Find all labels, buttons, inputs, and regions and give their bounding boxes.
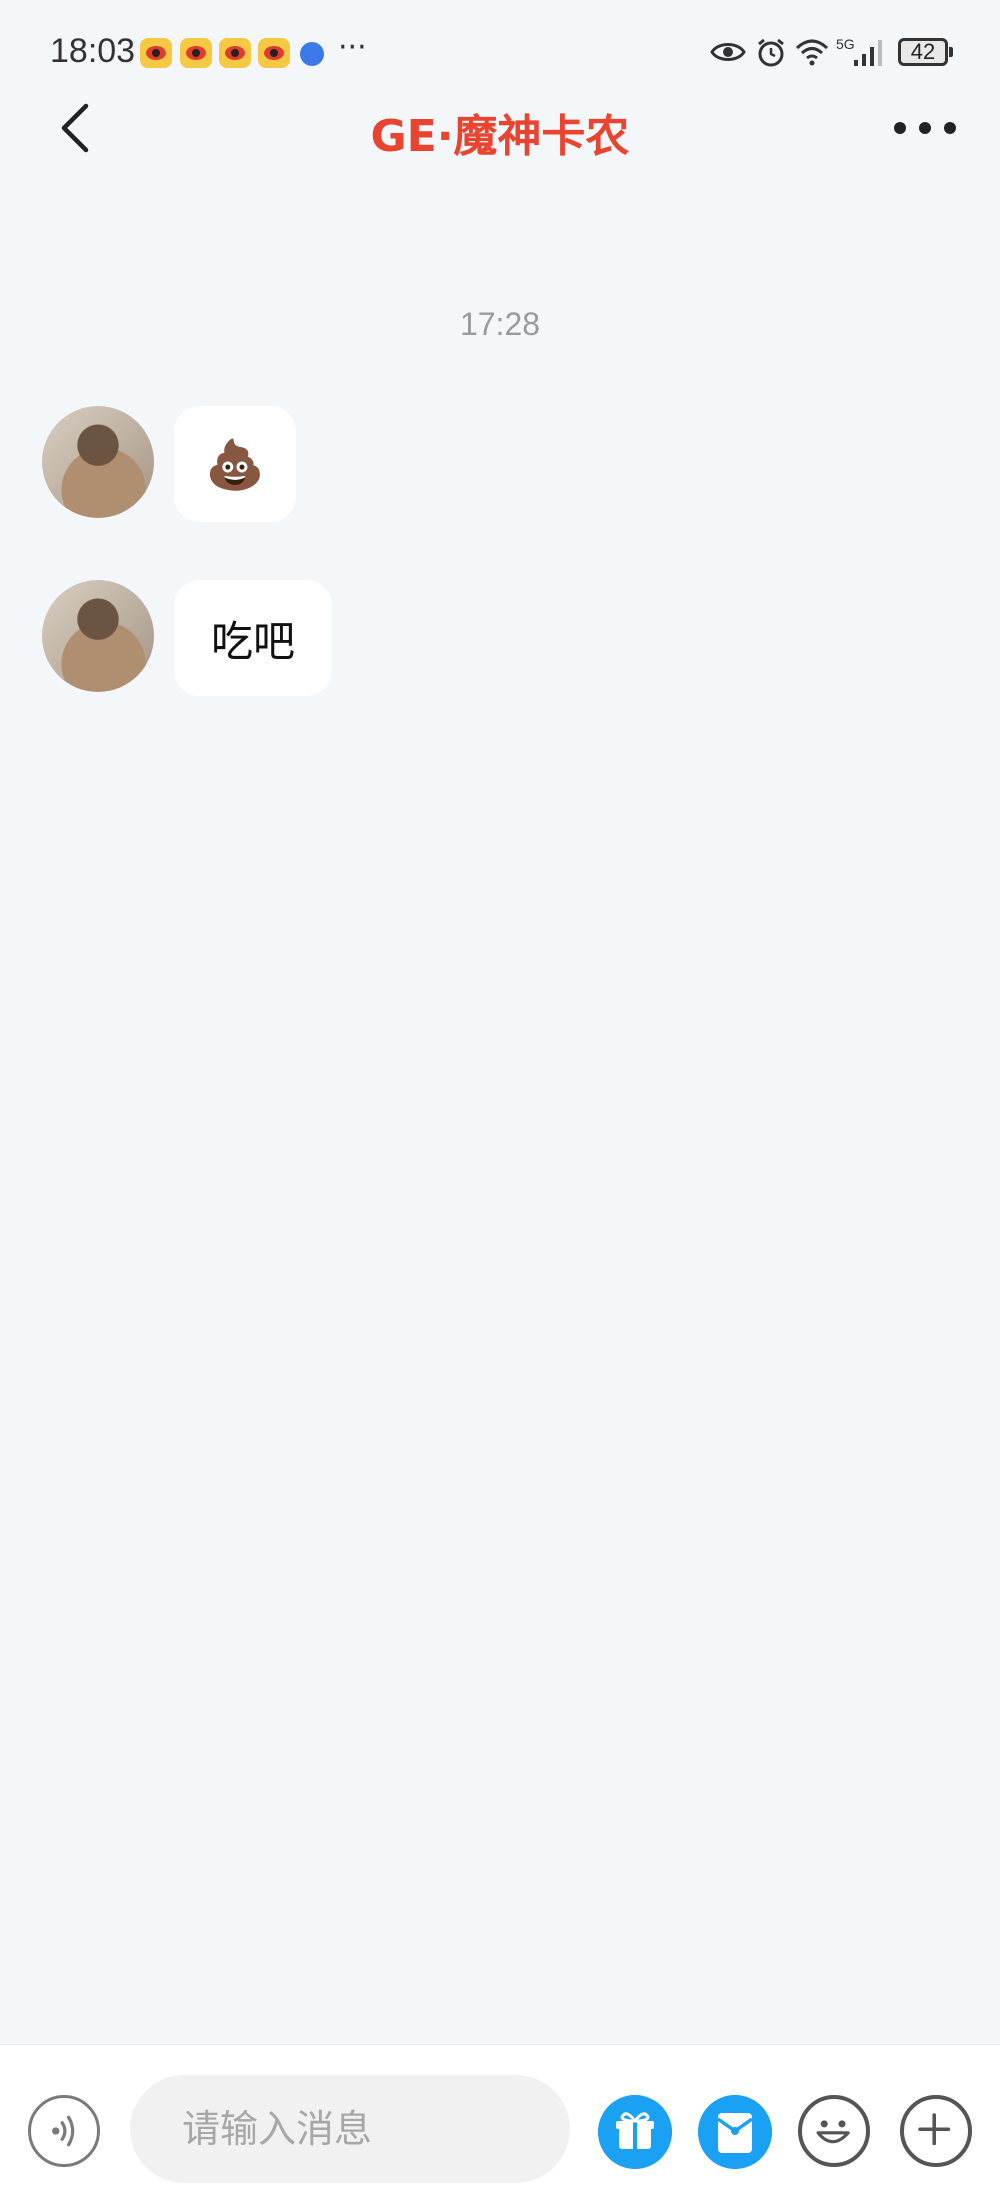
signal-icon	[854, 40, 882, 66]
voice-icon[interactable]	[28, 2095, 100, 2167]
avatar[interactable]	[42, 580, 154, 692]
wifi-icon	[795, 39, 829, 66]
gift-icon[interactable]	[598, 2095, 672, 2169]
avatar[interactable]	[42, 406, 154, 518]
weibo-icon	[180, 38, 212, 68]
more-dots-icon[interactable]	[890, 118, 960, 138]
message-bubble[interactable]: 吃吧	[174, 580, 332, 696]
emoji-icon[interactable]	[798, 2095, 870, 2167]
message-timestamp: 17:28	[459, 306, 541, 342]
eye-icon	[710, 43, 746, 61]
input-bar	[0, 2044, 1000, 2212]
weibo-icon	[140, 38, 172, 68]
more-notifications-icon: ···	[338, 30, 367, 65]
red-packet-icon[interactable]	[698, 2095, 772, 2169]
chat-header: GE·魔神卡农	[0, 100, 1000, 220]
chat-title: GE·魔神卡农	[370, 111, 630, 162]
message-bubble[interactable]: 💩	[174, 406, 296, 522]
weibo-icon	[219, 38, 251, 68]
alarm-icon	[758, 38, 784, 67]
browser-icon	[300, 42, 324, 66]
message-emoji: 💩	[205, 436, 265, 493]
plus-icon[interactable]	[900, 2095, 972, 2167]
weibo-icon	[258, 38, 290, 68]
battery-icon: 42	[898, 38, 953, 66]
message-text: 吃吧	[210, 616, 295, 666]
status-time: 18:03	[50, 32, 136, 70]
message-input[interactable]	[130, 2075, 570, 2183]
status-bar: 18:03 ··· 5G 42	[0, 0, 1000, 100]
